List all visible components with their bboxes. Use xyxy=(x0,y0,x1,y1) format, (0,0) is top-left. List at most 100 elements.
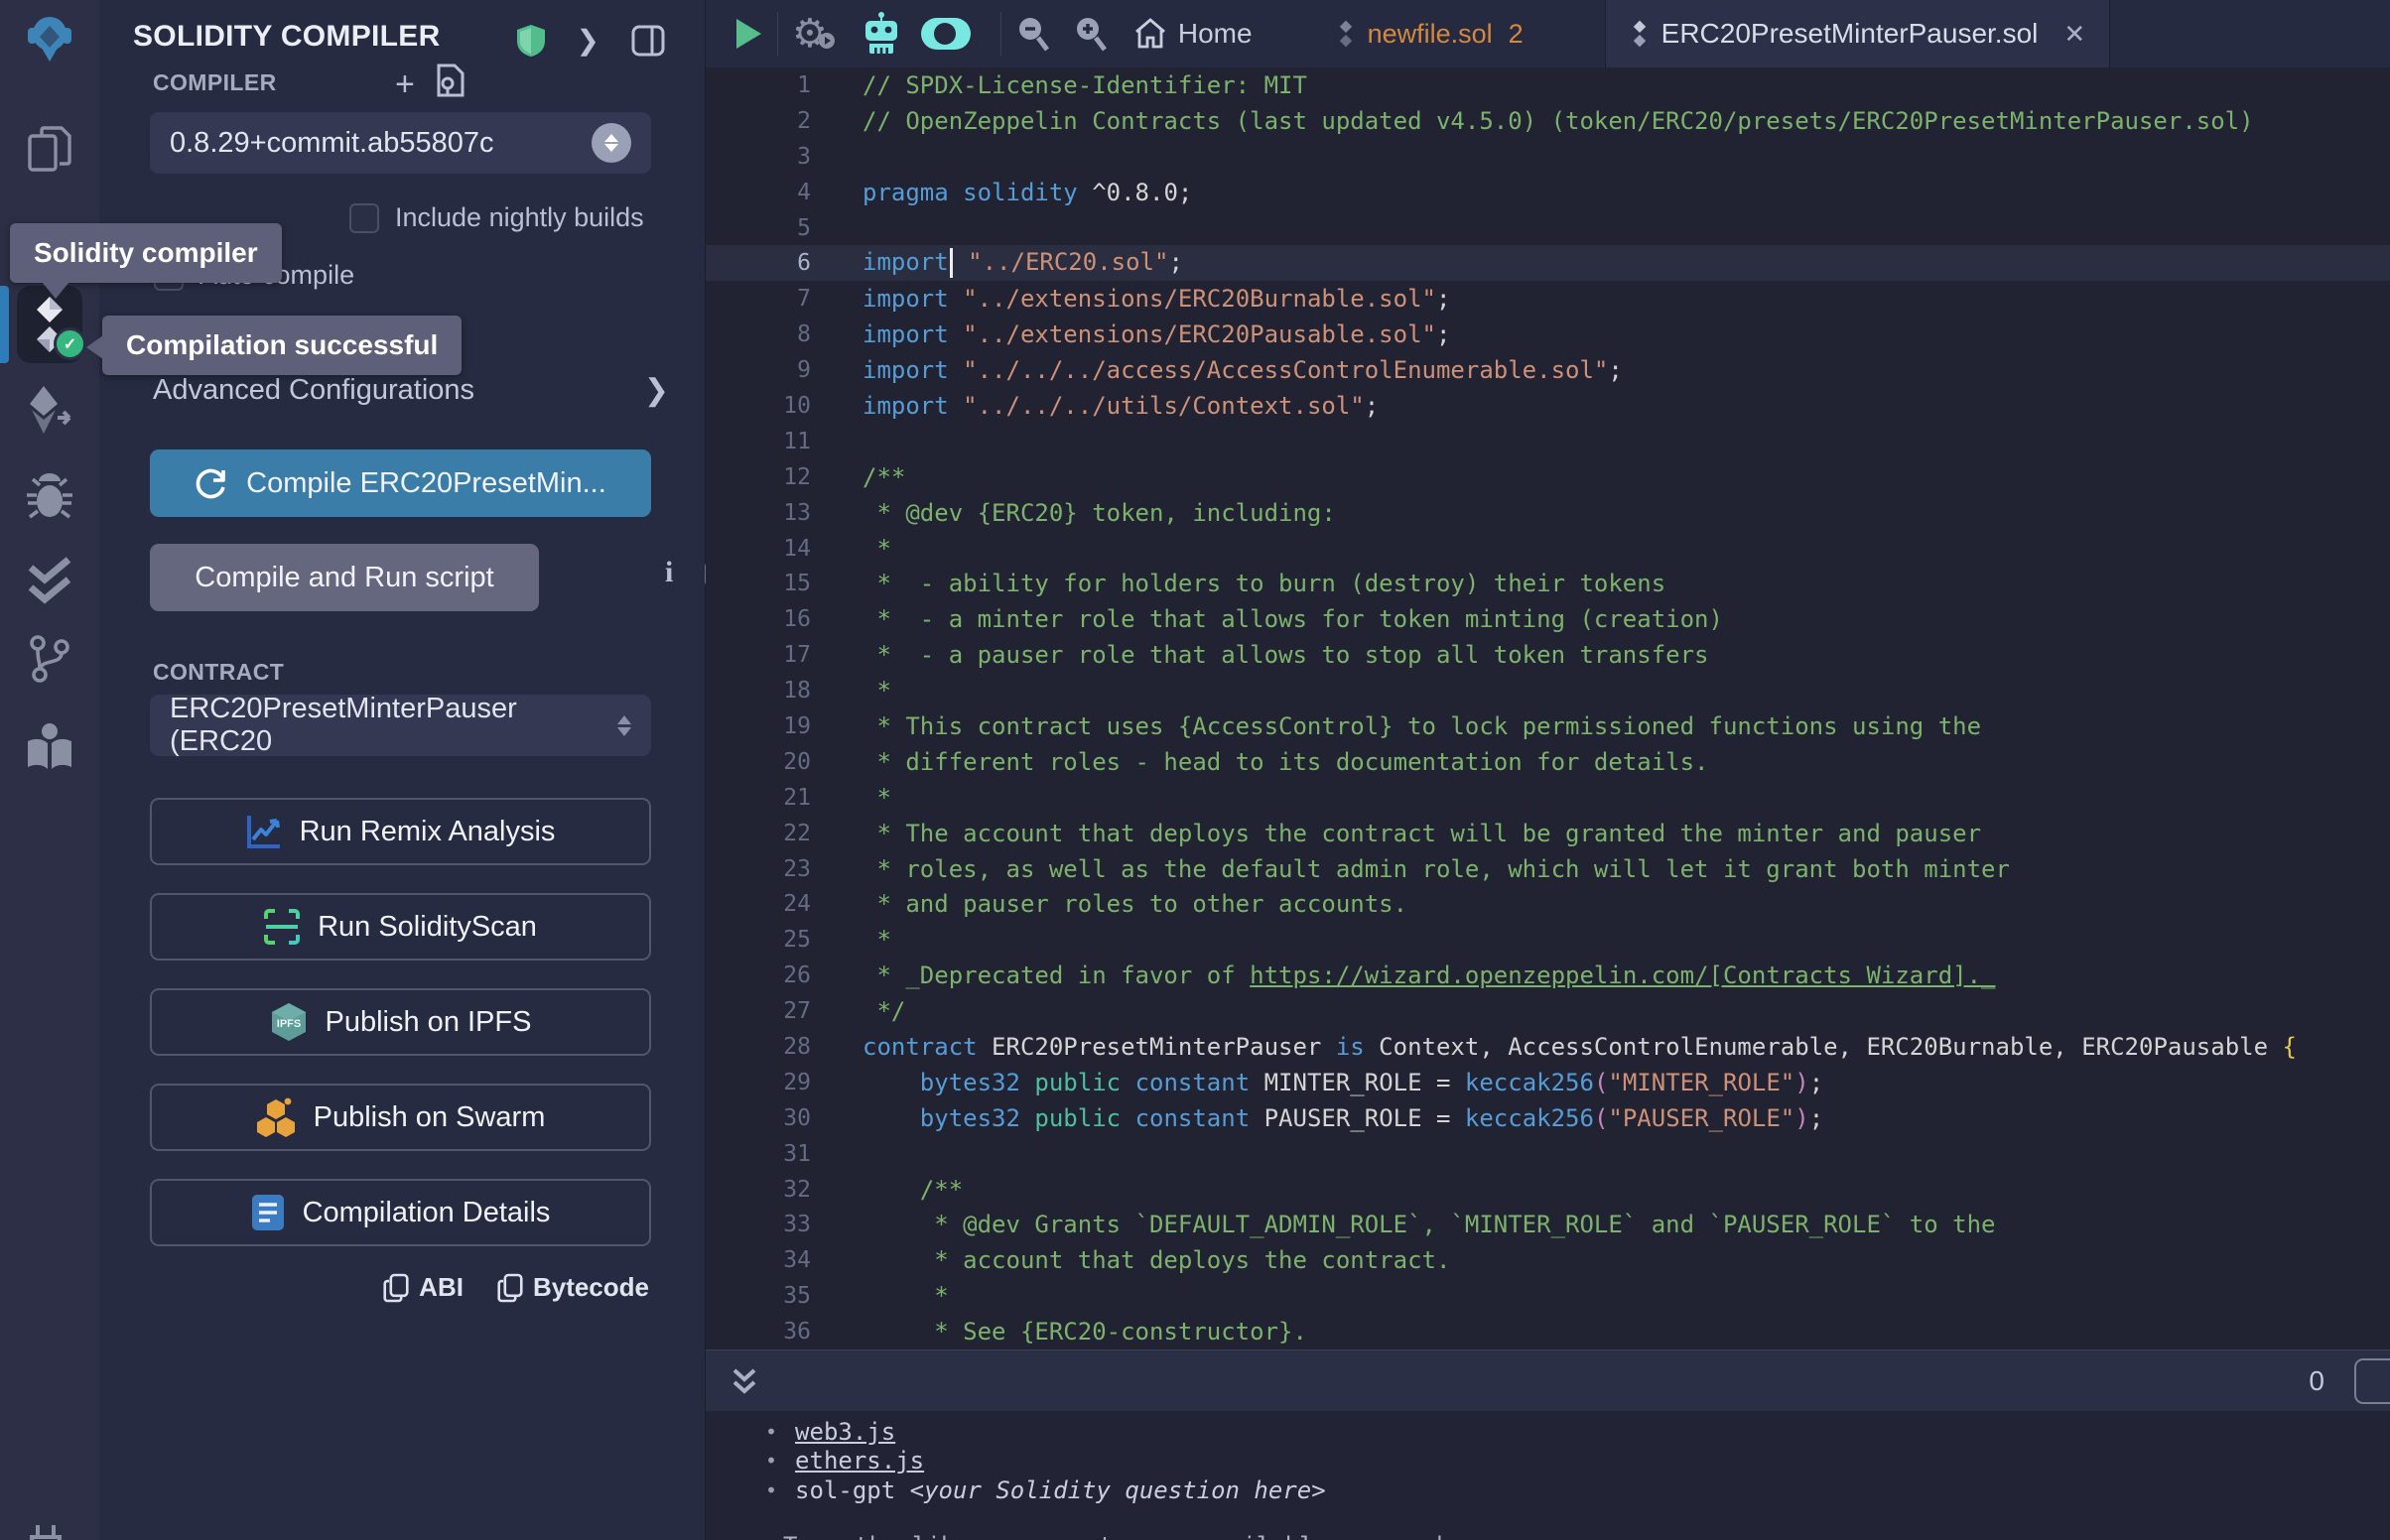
sidebar-item-learneth[interactable] xyxy=(0,720,99,776)
code-line[interactable]: 16 * - a minter role that allows for tok… xyxy=(706,601,2390,637)
analysis-chart-icon xyxy=(246,814,282,849)
code-line[interactable]: 19 * This contract uses {AccessControl} … xyxy=(706,708,2390,744)
expand-terminal-icon[interactable] xyxy=(730,1364,759,1398)
line-number: 14 xyxy=(706,536,811,562)
code-line[interactable]: 14 * xyxy=(706,531,2390,567)
code-line-text: // OpenZeppelin Contracts (last updated … xyxy=(811,107,2254,135)
terminal-list-item[interactable]: • ethers.js xyxy=(765,1447,2390,1476)
code-line[interactable]: 36 * See {ERC20-constructor}. xyxy=(706,1314,2390,1349)
remix-logo[interactable] xyxy=(0,10,99,65)
copy-abi[interactable]: ABI xyxy=(383,1272,464,1303)
compile-and-run-button[interactable]: Compile and Run script xyxy=(150,544,539,611)
code-line[interactable]: 25 * xyxy=(706,922,2390,958)
code-line[interactable]: 27 */ xyxy=(706,993,2390,1029)
code-line[interactable]: 20 * different roles - head to its docum… xyxy=(706,744,2390,780)
code-line[interactable]: 4pragma solidity ^0.8.0; xyxy=(706,175,2390,210)
compilation-details-button[interactable]: Compilation Details xyxy=(150,1179,651,1246)
terminal-output[interactable]: •web3.js•ethers.js•sol-gpt <your Solidit… xyxy=(706,1411,2390,1540)
compile-button[interactable]: Compile ERC20PresetMin... xyxy=(150,449,651,517)
copy-bytecode[interactable]: Bytecode xyxy=(497,1272,649,1303)
custom-compiler-icon[interactable] xyxy=(435,62,466,99)
code-line[interactable]: 8import "../extensions/ERC20Pausable.sol… xyxy=(706,317,2390,352)
code-line[interactable]: 10import "../../../utils/Context.sol"; xyxy=(706,388,2390,424)
sidebar-item-plugin-manager[interactable] xyxy=(0,1518,99,1540)
code-line[interactable]: 5 xyxy=(706,210,2390,246)
publish-ipfs-label: Publish on IPFS xyxy=(326,1006,532,1039)
script-config-button[interactable]: ⚙ xyxy=(792,14,836,54)
code-editor[interactable]: 1// SPDX-License-Identifier: MIT2// Open… xyxy=(706,67,2390,1349)
advanced-configurations-toggle[interactable]: Advanced Configurations ❯ xyxy=(153,373,669,408)
code-line-text: import "../../../utils/Context.sol"; xyxy=(811,392,1379,420)
code-line[interactable]: 9import "../../../access/AccessControlEn… xyxy=(706,352,2390,388)
sidebar-item-deploy-run[interactable] xyxy=(0,382,99,438)
sidebar-item-solidity-analyzers[interactable] xyxy=(0,554,99,609)
close-tab-icon[interactable]: ✕ xyxy=(2063,19,2085,50)
bullet: • xyxy=(765,1449,777,1473)
run-solidityscan-button[interactable]: Run SolidityScan xyxy=(150,893,651,961)
code-line[interactable]: 30 bytes32 public constant PAUSER_ROLE =… xyxy=(706,1100,2390,1136)
nightly-builds-checkbox[interactable] xyxy=(349,203,379,233)
code-line[interactable]: 12/** xyxy=(706,459,2390,495)
code-line[interactable]: 33 * @dev Grants `DEFAULT_ADMIN_ROLE`, `… xyxy=(706,1208,2390,1243)
contract-spinner-icon xyxy=(617,715,631,736)
add-compiler-icon[interactable]: + xyxy=(395,69,415,99)
code-line[interactable]: 11 xyxy=(706,424,2390,459)
line-number: 33 xyxy=(706,1212,811,1237)
tab-newfile[interactable]: newfile.sol 2 xyxy=(1312,0,1547,67)
code-line[interactable]: 31 xyxy=(706,1136,2390,1172)
terminal-link[interactable]: ethers.js xyxy=(795,1447,924,1475)
code-line-text: * This contract uses {AccessControl} to … xyxy=(811,712,1981,740)
zoom-in-button[interactable] xyxy=(1073,15,1109,53)
code-line[interactable]: 35 * xyxy=(706,1278,2390,1314)
terminal-link[interactable]: web3.js xyxy=(795,1418,895,1446)
tab-home[interactable]: Home xyxy=(1134,18,1253,50)
ai-toggle[interactable] xyxy=(921,18,971,50)
code-line[interactable]: 2// OpenZeppelin Contracts (last updated… xyxy=(706,103,2390,139)
panel-forward-icon[interactable]: ❯ xyxy=(577,24,599,57)
code-line[interactable]: 32 /** xyxy=(706,1172,2390,1208)
code-line[interactable]: 7import "../extensions/ERC20Burnable.sol… xyxy=(706,281,2390,317)
code-line[interactable]: 24 * and pauser roles to other accounts. xyxy=(706,886,2390,922)
zoom-out-button[interactable] xyxy=(1015,15,1051,53)
info-icon[interactable]: i xyxy=(665,556,673,589)
code-line[interactable]: 28contract ERC20PresetMinterPauser is Co… xyxy=(706,1029,2390,1065)
line-number: 16 xyxy=(706,606,811,632)
publish-ipfs-button[interactable]: IPFS Publish on IPFS xyxy=(150,988,651,1056)
shield-icon[interactable] xyxy=(517,25,545,57)
run-script-button[interactable] xyxy=(733,17,763,51)
code-line[interactable]: 13 * @dev {ERC20} token, including: xyxy=(706,495,2390,531)
line-number: 34 xyxy=(706,1247,811,1273)
line-number: 31 xyxy=(706,1141,811,1167)
code-line[interactable]: 6import "../ERC20.sol"; xyxy=(706,245,2390,281)
terminal-list-item[interactable]: •web3.js xyxy=(765,1417,2390,1447)
compiler-version-select[interactable]: 0.8.29+commit.ab55807c xyxy=(150,112,651,174)
tab-erc20presetminterpauser[interactable]: ERC20PresetMinterPauser.sol ✕ xyxy=(1605,0,2111,67)
details-doc-icon xyxy=(251,1194,285,1231)
code-line[interactable]: 21 * xyxy=(706,780,2390,816)
code-line[interactable]: 17 * - a pauser role that allows to stop… xyxy=(706,637,2390,673)
code-line-text: import "../extensions/ERC20Burnable.sol"… xyxy=(811,285,1450,313)
code-line[interactable]: 23 * roles, as well as the default admin… xyxy=(706,851,2390,887)
code-line[interactable]: 15 * - ability for holders to burn (dest… xyxy=(706,566,2390,601)
publish-swarm-button[interactable]: Publish on Swarm xyxy=(150,1084,651,1151)
sidebar-item-git[interactable] xyxy=(0,631,99,687)
toolbar-divider xyxy=(777,12,778,56)
toggle-knob xyxy=(934,23,956,45)
compile-button-label: Compile ERC20PresetMin... xyxy=(246,467,606,500)
code-line[interactable]: 22 * The account that deploys the contra… xyxy=(706,816,2390,851)
run-remix-analysis-button[interactable]: Run Remix Analysis xyxy=(150,798,651,865)
sidebar-item-debugger[interactable] xyxy=(0,468,99,524)
advanced-configurations-label: Advanced Configurations xyxy=(153,374,474,407)
code-line[interactable]: 1// SPDX-License-Identifier: MIT xyxy=(706,67,2390,103)
ai-assistant-button[interactable] xyxy=(862,12,901,56)
pin-panel-icon[interactable] xyxy=(631,25,665,57)
code-line[interactable]: 18 * xyxy=(706,673,2390,708)
code-line[interactable]: 29 bytes32 public constant MINTER_ROLE =… xyxy=(706,1065,2390,1100)
sidebar-item-file-explorer[interactable] xyxy=(0,121,99,177)
contract-select[interactable]: ERC20PresetMinterPauser (ERC20 xyxy=(150,695,651,756)
code-line[interactable]: 26 * _Deprecated in favor of https://wiz… xyxy=(706,958,2390,993)
terminal-search-input[interactable] xyxy=(2354,1358,2390,1404)
terminal-placeholder: <your Solidity question here> xyxy=(910,1476,1326,1504)
code-line[interactable]: 34 * account that deploys the contract. xyxy=(706,1242,2390,1278)
code-line[interactable]: 3 xyxy=(706,139,2390,175)
